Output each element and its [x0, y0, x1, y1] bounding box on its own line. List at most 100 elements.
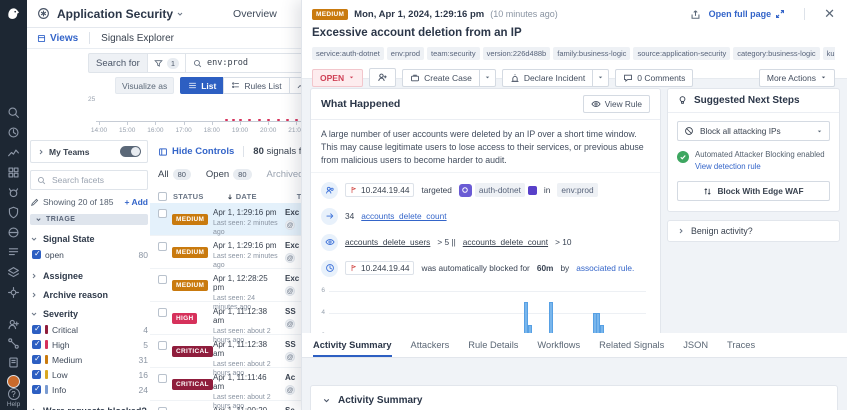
- facet-value-low[interactable]: Low16: [30, 367, 148, 382]
- assign-user-button[interactable]: [369, 68, 396, 87]
- rail-item-docs[interactable]: [7, 356, 20, 369]
- signal-row[interactable]: CRITICALApr 1, 11:12:38 amLast seen: abo…: [150, 335, 301, 368]
- signal-tag[interactable]: service:auth-dotnet: [312, 47, 384, 60]
- help-button[interactable]: ? Help: [0, 388, 27, 408]
- tab-overview[interactable]: Overview: [218, 0, 292, 28]
- facet-section-severity[interactable]: Severity: [30, 309, 148, 319]
- rail-item-watchdog[interactable]: [7, 186, 20, 199]
- viz-option-list[interactable]: List: [180, 77, 224, 94]
- panel-tab-rule-details[interactable]: Rule Details: [468, 340, 518, 357]
- rail-item-workflows[interactable]: [7, 337, 20, 350]
- rail-item-search[interactable]: [7, 106, 20, 119]
- signal-tag[interactable]: team:security: [427, 47, 480, 60]
- panel-tab-json[interactable]: JSON: [683, 340, 708, 357]
- facet-value-high[interactable]: High5: [30, 337, 148, 352]
- row-checkbox[interactable]: [158, 242, 167, 251]
- status-dropdown[interactable]: OPEN: [312, 69, 363, 87]
- rail-item-settings[interactable]: [7, 286, 20, 299]
- view-detection-rule-link[interactable]: View detection rule: [695, 162, 825, 173]
- rail-item-dashboards[interactable]: [7, 146, 20, 159]
- signal-tag[interactable]: version:226d488b: [483, 47, 551, 60]
- rail-item-logs[interactable]: [7, 246, 20, 259]
- rail-item-integrations[interactable]: [7, 266, 20, 279]
- filter-segment[interactable]: 1: [148, 53, 186, 73]
- panel-tab-workflows[interactable]: Workflows: [537, 340, 580, 357]
- panel-tab-attackers[interactable]: Attackers: [411, 340, 450, 357]
- block-edge-waf-button[interactable]: Block With Edge WAF: [677, 181, 830, 201]
- comments-button[interactable]: 0 Comments: [615, 69, 693, 87]
- user-avatar[interactable]: [7, 375, 20, 388]
- signal-row[interactable]: MEDIUMApr 1, 1:29:16 pmLast seen: 2 minu…: [150, 236, 301, 269]
- more-actions-button[interactable]: More Actions: [759, 69, 835, 87]
- rail-item-infrastructure[interactable]: [7, 166, 20, 179]
- signal-tag[interactable]: family:business-logic: [553, 47, 630, 60]
- signal-row[interactable]: MEDIUMApr 1, 1:29:16 pmLast seen: 2 minu…: [150, 203, 301, 236]
- facet-value-info[interactable]: Info24: [30, 382, 148, 397]
- rail-item-invite-user[interactable]: [7, 318, 20, 331]
- checkbox-checked[interactable]: [32, 355, 41, 364]
- row-checkbox[interactable]: [158, 374, 167, 383]
- open-full-page-button[interactable]: Open full page: [709, 9, 786, 19]
- close-icon[interactable]: ✕: [824, 9, 835, 19]
- add-facet-button[interactable]: + Add: [124, 197, 148, 207]
- panel-tab-related-signals[interactable]: Related Signals: [599, 340, 664, 357]
- activity-summary-section[interactable]: Activity Summary: [310, 385, 838, 410]
- share-icon[interactable]: [690, 9, 701, 20]
- associated-rule-link[interactable]: associated rule.: [576, 263, 634, 273]
- list-tab-open[interactable]: Open80: [206, 169, 252, 180]
- metric-link[interactable]: accounts_delete_count: [361, 211, 446, 221]
- facet-section-signal-state[interactable]: Signal State: [30, 234, 148, 244]
- facet-section-archive-reason[interactable]: Archive reason: [30, 290, 148, 300]
- create-case-button[interactable]: Create Case: [402, 69, 480, 87]
- panel-tab-traces[interactable]: Traces: [727, 340, 755, 357]
- signal-tag[interactable]: source:application-security: [633, 47, 730, 60]
- metric-name[interactable]: accounts_delete_users: [345, 237, 430, 247]
- viz-option-rules-list[interactable]: Rules List: [223, 77, 289, 94]
- datadog-logo[interactable]: [5, 5, 22, 22]
- facet-section-assignee[interactable]: Assignee: [30, 271, 148, 281]
- signal-tag[interactable]: env:prod: [387, 47, 424, 60]
- facet-value-critical[interactable]: Critical4: [30, 322, 148, 337]
- checkbox-checked[interactable]: [32, 340, 41, 349]
- benign-activity-toggle[interactable]: Benign activity?: [667, 220, 840, 242]
- list-tab-all[interactable]: All80: [158, 169, 191, 180]
- ip-chip[interactable]: 10.244.19.44: [345, 183, 414, 197]
- checkbox-checked[interactable]: [32, 250, 41, 259]
- checkbox-checked[interactable]: [32, 385, 41, 394]
- env-tag-chip[interactable]: env:prod: [557, 183, 597, 197]
- declare-incident-button[interactable]: Declare Incident: [502, 69, 593, 87]
- checkbox-checked[interactable]: [32, 370, 41, 379]
- my-teams-toggle-box[interactable]: My Teams: [30, 140, 148, 163]
- signal-tag[interactable]: kube_node_role.agent: [823, 47, 835, 60]
- view-rule-button[interactable]: View Rule: [583, 95, 650, 113]
- signal-tag[interactable]: category:business-logic: [733, 47, 819, 60]
- sort-desc-icon[interactable]: [226, 193, 234, 201]
- rail-item-recents[interactable]: [7, 126, 20, 139]
- create-case-caret[interactable]: [480, 69, 496, 87]
- facet-group-triage[interactable]: TRIAGE: [30, 214, 148, 225]
- explorer-timeline-chart[interactable]: 25 14:0015:0016:0017:0018:0019:0020:0021…: [88, 94, 300, 134]
- metric-name[interactable]: accounts_delete_count: [463, 237, 548, 247]
- facet-search-input[interactable]: [50, 174, 134, 186]
- panel-tab-activity-summary[interactable]: Activity Summary: [313, 340, 392, 357]
- declare-incident-caret[interactable]: [593, 69, 609, 87]
- signal-row[interactable]: MEDIUMApr 1, 12:28:25 pmLast seen: 24 mi…: [150, 269, 301, 302]
- select-all-checkbox[interactable]: [158, 192, 167, 201]
- service-chip[interactable]: auth-dotnet: [459, 183, 537, 197]
- ip-chip[interactable]: 10.244.19.44: [345, 261, 414, 275]
- chevron-down-icon[interactable]: [176, 10, 184, 18]
- facet-search[interactable]: [30, 170, 148, 190]
- rail-item-apm[interactable]: [7, 226, 20, 239]
- block-ips-dropdown[interactable]: Block all attacking IPs: [677, 121, 830, 141]
- facet-value-open[interactable]: open80: [30, 247, 148, 262]
- my-teams-switch[interactable]: [120, 146, 141, 157]
- checkbox-checked[interactable]: [32, 325, 41, 334]
- signal-row[interactable]: CRITICALApr 1, 11:11:46 amLast seen: abo…: [150, 368, 301, 401]
- row-checkbox[interactable]: [158, 308, 167, 317]
- facet-section-were-requests-blocked-[interactable]: Were requests blocked?: [30, 406, 148, 410]
- rail-item-security[interactable]: [7, 206, 20, 219]
- facet-value-medium[interactable]: Medium31: [30, 352, 148, 367]
- row-checkbox[interactable]: [158, 209, 167, 218]
- row-checkbox[interactable]: [158, 275, 167, 284]
- signal-row[interactable]: HIGHApr 1, 11:12:38 amLast seen: about 2…: [150, 302, 301, 335]
